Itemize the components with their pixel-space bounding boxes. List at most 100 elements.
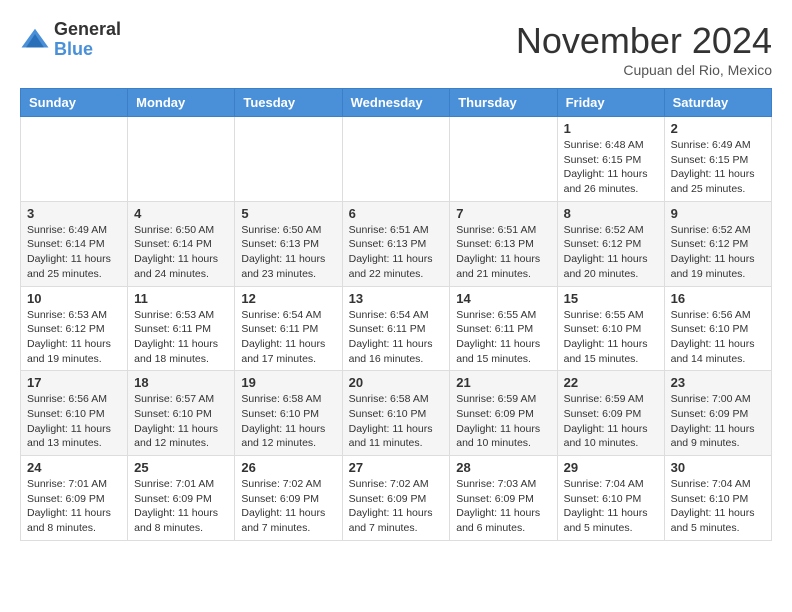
day-info: Sunrise: 6:58 AM Sunset: 6:10 PM Dayligh… [349,392,444,451]
day-header-tuesday: Tuesday [235,89,342,117]
day-number: 29 [564,460,658,475]
calendar-cell: 9 Sunrise: 6:52 AM Sunset: 6:12 PM Daylig… [664,201,771,286]
calendar-cell: 10Sunrise: 6:53 AM Sunset: 6:12 PM Dayli… [21,286,128,371]
day-number: 4 [134,206,228,221]
day-info: Sunrise: 6:51 AM Sunset: 6:13 PM Dayligh… [456,223,550,282]
day-info: Sunrise: 6:50 AM Sunset: 6:13 PM Dayligh… [241,223,335,282]
day-info: Sunrise: 6:54 AM Sunset: 6:11 PM Dayligh… [241,308,335,367]
day-info: Sunrise: 6:53 AM Sunset: 6:11 PM Dayligh… [134,308,228,367]
day-number: 13 [349,291,444,306]
calendar-week-3: 10Sunrise: 6:53 AM Sunset: 6:12 PM Dayli… [21,286,772,371]
calendar-cell: 22 Sunrise: 6:59 AM Sunset: 6:09 PM Dayli… [557,371,664,456]
calendar-cell: 24 Sunrise: 7:01 AM Sunset: 6:09 PM Dayli… [21,456,128,541]
day-info: Sunrise: 7:00 AM Sunset: 6:09 PM Dayligh… [671,392,765,451]
calendar-cell: 4 Sunrise: 6:50 AM Sunset: 6:14 PM Daylig… [128,201,235,286]
calendar-cell: 21Sunrise: 6:59 AM Sunset: 6:09 PM Dayli… [450,371,557,456]
logo-general: General [54,20,121,40]
day-info: Sunrise: 6:59 AM Sunset: 6:09 PM Dayligh… [456,392,550,451]
calendar-cell: 11 Sunrise: 6:53 AM Sunset: 6:11 PM Dayli… [128,286,235,371]
day-info: Sunrise: 6:49 AM Sunset: 6:14 PM Dayligh… [27,223,121,282]
day-number: 14 [456,291,550,306]
day-number: 3 [27,206,121,221]
calendar-cell: 2Sunrise: 6:49 AM Sunset: 6:15 PM Daylig… [664,117,771,202]
day-header-monday: Monday [128,89,235,117]
day-number: 20 [349,375,444,390]
calendar-cell [21,117,128,202]
day-number: 11 [134,291,228,306]
day-info: Sunrise: 7:03 AM Sunset: 6:09 PM Dayligh… [456,477,550,536]
calendar-cell: 17 Sunrise: 6:56 AM Sunset: 6:10 PM Dayli… [21,371,128,456]
calendar-cell: 8 Sunrise: 6:52 AM Sunset: 6:12 PM Daylig… [557,201,664,286]
day-header-sunday: Sunday [21,89,128,117]
logo: General Blue [20,20,121,60]
day-header-saturday: Saturday [664,89,771,117]
calendar-cell: 29 Sunrise: 7:04 AM Sunset: 6:10 PM Dayli… [557,456,664,541]
day-number: 28 [456,460,550,475]
day-number: 7 [456,206,550,221]
day-info: Sunrise: 6:55 AM Sunset: 6:11 PM Dayligh… [456,308,550,367]
calendar-cell: 18Sunrise: 6:57 AM Sunset: 6:10 PM Dayli… [128,371,235,456]
calendar-cell [342,117,450,202]
calendar-table: SundayMondayTuesdayWednesdayThursdayFrid… [20,88,772,541]
calendar-cell: 14 Sunrise: 6:55 AM Sunset: 6:11 PM Dayli… [450,286,557,371]
calendar-cell [128,117,235,202]
calendar-cell: 25Sunrise: 7:01 AM Sunset: 6:09 PM Dayli… [128,456,235,541]
day-number: 8 [564,206,658,221]
day-info: Sunrise: 6:49 AM Sunset: 6:15 PM Dayligh… [671,138,765,197]
calendar-cell: 27 Sunrise: 7:02 AM Sunset: 6:09 PM Dayli… [342,456,450,541]
calendar-cell: 1 Sunrise: 6:48 AM Sunset: 6:15 PM Daylig… [557,117,664,202]
location-subtitle: Cupuan del Rio, Mexico [516,62,772,78]
day-number: 18 [134,375,228,390]
calendar-header-row: SundayMondayTuesdayWednesdayThursdayFrid… [21,89,772,117]
day-info: Sunrise: 6:52 AM Sunset: 6:12 PM Dayligh… [564,223,658,282]
calendar-week-4: 17 Sunrise: 6:56 AM Sunset: 6:10 PM Dayli… [21,371,772,456]
logo-text: General Blue [54,20,121,60]
calendar-cell: 19 Sunrise: 6:58 AM Sunset: 6:10 PM Dayli… [235,371,342,456]
day-info: Sunrise: 7:04 AM Sunset: 6:10 PM Dayligh… [564,477,658,536]
calendar-cell: 23 Sunrise: 7:00 AM Sunset: 6:09 PM Dayli… [664,371,771,456]
calendar-week-1: 1 Sunrise: 6:48 AM Sunset: 6:15 PM Daylig… [21,117,772,202]
day-number: 17 [27,375,121,390]
title-area: November 2024 Cupuan del Rio, Mexico [516,20,772,78]
day-number: 26 [241,460,335,475]
day-number: 30 [671,460,765,475]
day-info: Sunrise: 7:01 AM Sunset: 6:09 PM Dayligh… [134,477,228,536]
day-number: 16 [671,291,765,306]
day-number: 1 [564,121,658,136]
day-info: Sunrise: 7:01 AM Sunset: 6:09 PM Dayligh… [27,477,121,536]
day-header-friday: Friday [557,89,664,117]
month-title: November 2024 [516,20,772,62]
calendar-cell: 30 Sunrise: 7:04 AM Sunset: 6:10 PM Dayli… [664,456,771,541]
calendar-cell [450,117,557,202]
day-info: Sunrise: 6:51 AM Sunset: 6:13 PM Dayligh… [349,223,444,282]
page-header: General Blue November 2024 Cupuan del Ri… [20,20,772,78]
calendar-cell: 15 Sunrise: 6:55 AM Sunset: 6:10 PM Dayli… [557,286,664,371]
day-number: 23 [671,375,765,390]
day-info: Sunrise: 6:56 AM Sunset: 6:10 PM Dayligh… [27,392,121,451]
day-info: Sunrise: 6:59 AM Sunset: 6:09 PM Dayligh… [564,392,658,451]
day-number: 9 [671,206,765,221]
day-info: Sunrise: 7:02 AM Sunset: 6:09 PM Dayligh… [349,477,444,536]
calendar-cell: 3 Sunrise: 6:49 AM Sunset: 6:14 PM Daylig… [21,201,128,286]
calendar-cell: 26 Sunrise: 7:02 AM Sunset: 6:09 PM Dayli… [235,456,342,541]
calendar-cell: 16Sunrise: 6:56 AM Sunset: 6:10 PM Dayli… [664,286,771,371]
day-number: 19 [241,375,335,390]
day-info: Sunrise: 7:02 AM Sunset: 6:09 PM Dayligh… [241,477,335,536]
logo-icon [20,25,50,55]
day-number: 27 [349,460,444,475]
day-number: 22 [564,375,658,390]
calendar-week-2: 3 Sunrise: 6:49 AM Sunset: 6:14 PM Daylig… [21,201,772,286]
day-info: Sunrise: 6:52 AM Sunset: 6:12 PM Dayligh… [671,223,765,282]
calendar-cell: 20 Sunrise: 6:58 AM Sunset: 6:10 PM Dayli… [342,371,450,456]
day-number: 15 [564,291,658,306]
day-number: 24 [27,460,121,475]
day-info: Sunrise: 6:48 AM Sunset: 6:15 PM Dayligh… [564,138,658,197]
calendar-cell: 5Sunrise: 6:50 AM Sunset: 6:13 PM Daylig… [235,201,342,286]
day-info: Sunrise: 6:55 AM Sunset: 6:10 PM Dayligh… [564,308,658,367]
calendar-week-5: 24 Sunrise: 7:01 AM Sunset: 6:09 PM Dayli… [21,456,772,541]
day-info: Sunrise: 6:54 AM Sunset: 6:11 PM Dayligh… [349,308,444,367]
calendar-cell: 6Sunrise: 6:51 AM Sunset: 6:13 PM Daylig… [342,201,450,286]
day-info: Sunrise: 6:50 AM Sunset: 6:14 PM Dayligh… [134,223,228,282]
day-info: Sunrise: 7:04 AM Sunset: 6:10 PM Dayligh… [671,477,765,536]
day-info: Sunrise: 6:58 AM Sunset: 6:10 PM Dayligh… [241,392,335,451]
